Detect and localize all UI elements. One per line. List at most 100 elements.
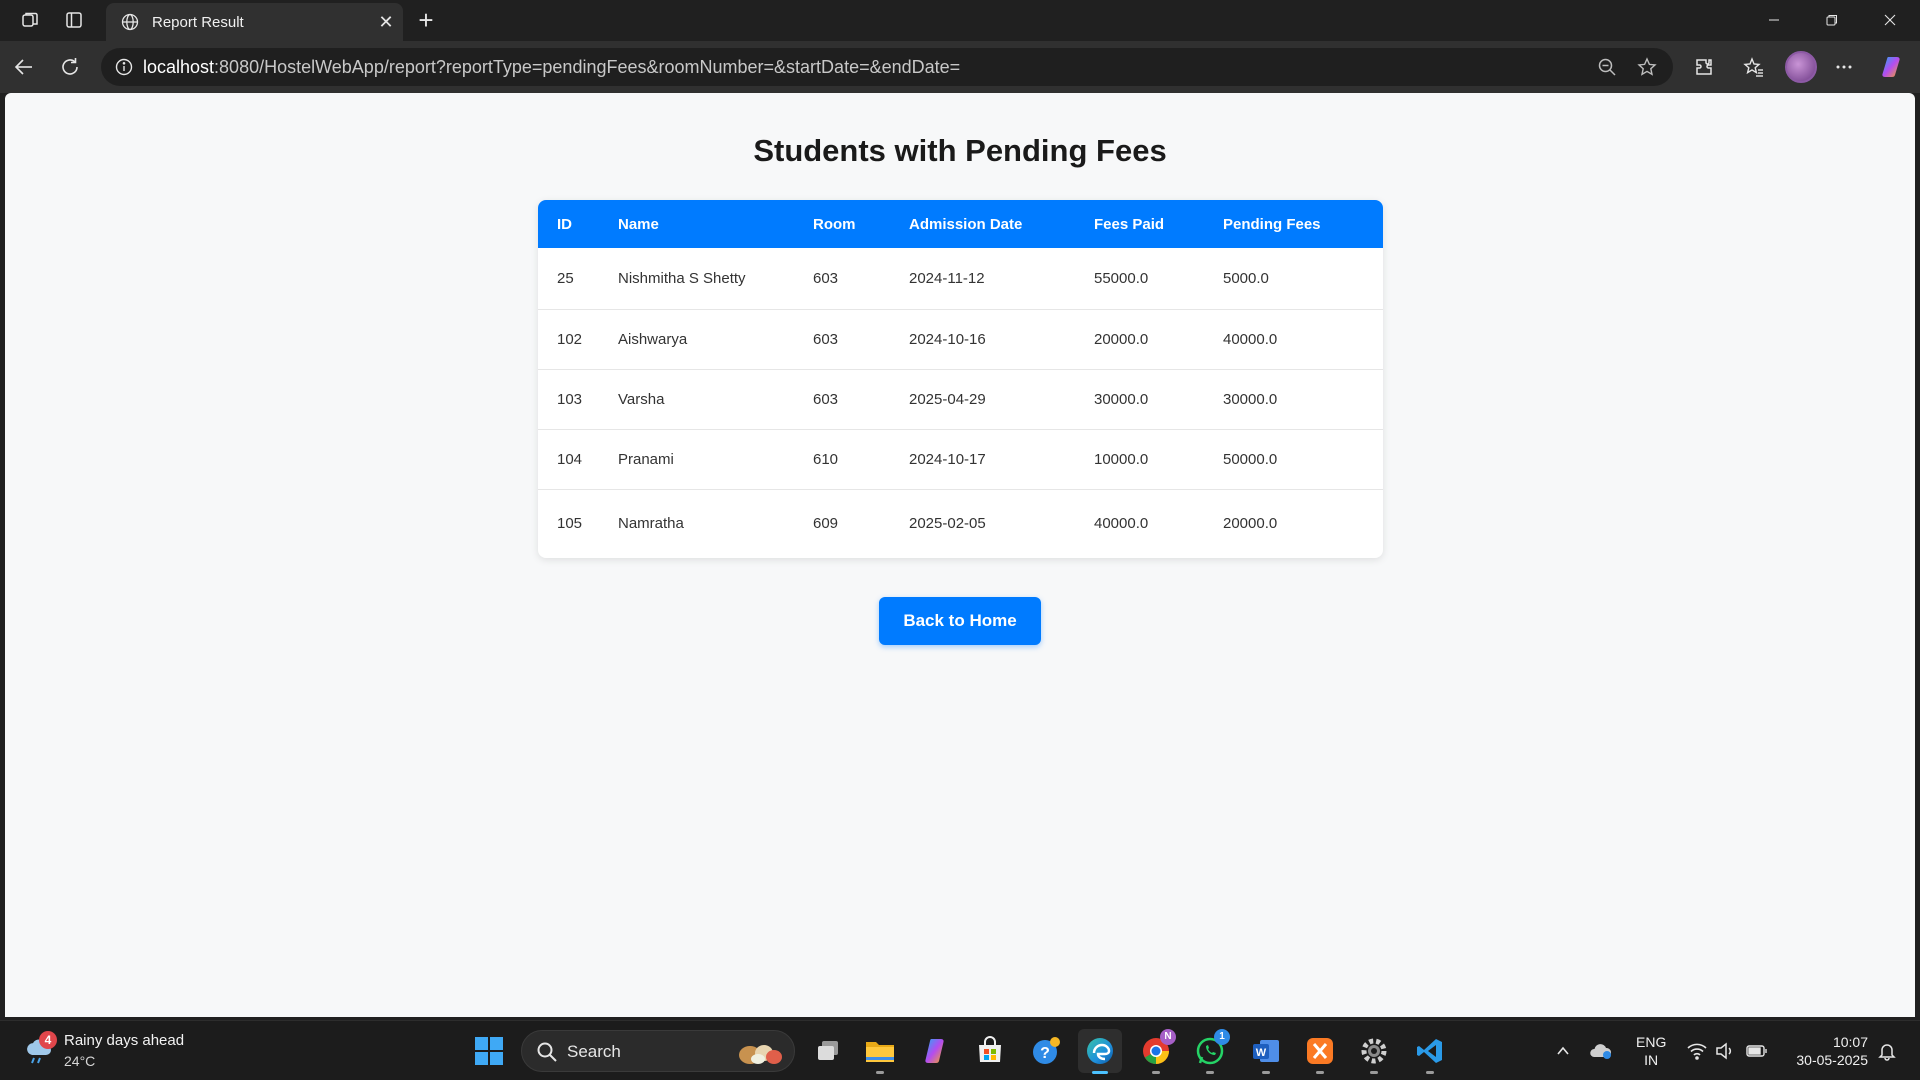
- address-bar[interactable]: localhost:8080/HostelWebApp/report?repor…: [101, 48, 1673, 86]
- cell-room: 603: [813, 390, 839, 408]
- svg-text:?: ?: [1040, 1045, 1050, 1062]
- restore-icon[interactable]: [1804, 0, 1860, 40]
- xampp-icon[interactable]: [1298, 1029, 1342, 1074]
- search-highlight-icon: [732, 1037, 788, 1072]
- cell-room: 603: [813, 330, 839, 348]
- url-path: :8080/HostelWebApp/report?reportType=pen…: [214, 56, 961, 77]
- cell-fees-paid: 10000.0: [1094, 450, 1149, 468]
- more-icon[interactable]: [1826, 49, 1862, 85]
- cell-name: Aishwarya: [618, 330, 688, 348]
- cell-name: Nishmitha S Shetty: [618, 269, 746, 287]
- whatsapp-badge: 1: [1214, 1029, 1230, 1045]
- file-explorer-icon[interactable]: [858, 1029, 902, 1074]
- extensions-icon[interactable]: [1686, 49, 1722, 85]
- table-row: 105 Namratha 609 2025-02-05 40000.0 2000…: [538, 489, 1383, 558]
- cell-pending-fees: 5000.0: [1223, 269, 1269, 287]
- cell-id: 103: [557, 390, 583, 408]
- cell-pending-fees: 50000.0: [1223, 450, 1278, 468]
- close-tab-icon[interactable]: ✕: [369, 7, 403, 37]
- col-header-id: ID: [557, 215, 572, 233]
- copilot-app-icon[interactable]: [914, 1029, 958, 1073]
- cell-id: 102: [557, 330, 583, 348]
- taskbar: 4 Rainy days ahead 24°C Search ? N 1 W E…: [0, 1020, 1920, 1080]
- vscode-icon[interactable]: [1408, 1029, 1452, 1074]
- col-header-name: Name: [618, 215, 659, 233]
- search-icon: [536, 1041, 558, 1068]
- table-row: 25 Nishmitha S Shetty 603 2024-11-12 550…: [538, 248, 1383, 309]
- windows-logo-icon: [475, 1037, 503, 1065]
- language-indicator[interactable]: ENG IN: [1636, 1033, 1666, 1069]
- plus-icon[interactable]: +: [410, 5, 442, 35]
- cell-room: 610: [813, 450, 839, 468]
- cell-name: Namratha: [618, 515, 684, 533]
- refresh-icon[interactable]: [52, 49, 88, 85]
- svg-text:W: W: [1256, 1047, 1267, 1059]
- clock-date: 30-05-2025: [1796, 1052, 1868, 1068]
- tab-actions-icon[interactable]: [58, 6, 90, 34]
- page-viewport: Students with Pending Fees ID Name Room …: [5, 93, 1915, 1017]
- cell-fees-paid: 20000.0: [1094, 330, 1149, 348]
- tab-title: Report Result: [152, 13, 244, 31]
- url-text[interactable]: localhost:8080/HostelWebApp/report?repor…: [143, 57, 960, 78]
- back-to-home-button[interactable]: Back to Home: [879, 597, 1041, 645]
- volume-icon[interactable]: [1712, 1037, 1738, 1065]
- weather-temp: 24°C: [64, 1053, 96, 1069]
- task-view-icon[interactable]: [806, 1029, 850, 1073]
- cell-id: 105: [557, 515, 583, 533]
- pending-fees-table: ID Name Room Admission Date Fees Paid Pe…: [538, 200, 1383, 558]
- onedrive-icon[interactable]: [1588, 1037, 1614, 1065]
- report-table-card: ID Name Room Admission Date Fees Paid Pe…: [538, 200, 1383, 558]
- search-label: Search: [567, 1042, 621, 1061]
- chevron-up-icon[interactable]: [1550, 1037, 1576, 1065]
- notifications-icon[interactable]: [1874, 1037, 1900, 1065]
- cell-name: Varsha: [618, 390, 665, 408]
- globe-icon: [116, 13, 144, 31]
- cell-admission-date: 2024-10-17: [909, 450, 986, 468]
- cell-admission-date: 2024-11-12: [909, 269, 985, 287]
- settings-gear-icon[interactable]: [1352, 1029, 1396, 1074]
- favorites-icon[interactable]: [1736, 49, 1772, 85]
- table-row: 104 Pranami 610 2024-10-17 10000.0 50000…: [538, 429, 1383, 489]
- cell-admission-date: 2025-04-29: [909, 390, 986, 408]
- clock-time: 10:07: [1832, 1034, 1868, 1050]
- cell-id: 104: [557, 450, 583, 468]
- close-window-icon[interactable]: [1862, 0, 1918, 40]
- wifi-icon[interactable]: [1684, 1037, 1710, 1065]
- active-tab[interactable]: Report Result ✕: [106, 3, 403, 41]
- info-icon[interactable]: [105, 48, 143, 86]
- col-header-fees-paid: Fees Paid: [1094, 215, 1165, 233]
- browser-tab-bar: Report Result ✕ +: [0, 0, 1920, 41]
- whatsapp-icon[interactable]: 1: [1188, 1029, 1232, 1074]
- back-icon[interactable]: [6, 49, 42, 85]
- battery-icon[interactable]: [1744, 1037, 1770, 1065]
- microsoft-store-icon[interactable]: [968, 1029, 1012, 1073]
- browser-nav-bar: localhost:8080/HostelWebApp/report?repor…: [0, 41, 1920, 93]
- col-header-admission-date: Admission Date: [909, 215, 1023, 233]
- weather-widget[interactable]: 4 Rainy days ahead 24°C: [22, 1029, 222, 1073]
- cell-admission-date: 2025-02-05: [909, 515, 986, 533]
- profile-avatar[interactable]: [1785, 51, 1817, 83]
- favorite-star-icon[interactable]: [1629, 49, 1665, 85]
- start-button[interactable]: [467, 1029, 511, 1073]
- word-icon[interactable]: W: [1244, 1029, 1288, 1074]
- url-host: localhost: [143, 56, 215, 77]
- cell-fees-paid: 30000.0: [1094, 390, 1149, 408]
- cell-name: Pranami: [618, 450, 674, 468]
- table-row: 102 Aishwarya 603 2024-10-16 20000.0 400…: [538, 309, 1383, 369]
- minimize-icon[interactable]: [1746, 0, 1802, 40]
- workspaces-icon[interactable]: [14, 6, 46, 34]
- page-title: Students with Pending Fees: [753, 133, 1167, 168]
- cell-pending-fees: 40000.0: [1223, 330, 1278, 348]
- get-help-icon[interactable]: ?: [1024, 1029, 1068, 1073]
- taskbar-search[interactable]: Search: [521, 1030, 795, 1072]
- weather-text: Rainy days ahead: [64, 1032, 185, 1049]
- cell-pending-fees: 30000.0: [1223, 390, 1278, 408]
- chrome-icon[interactable]: N: [1134, 1029, 1178, 1074]
- system-clock[interactable]: 10:07 30-05-2025: [1796, 1033, 1868, 1069]
- cell-room: 603: [813, 269, 839, 287]
- edge-browser-icon[interactable]: [1078, 1029, 1122, 1074]
- cell-room: 609: [813, 515, 839, 533]
- cell-fees-paid: 40000.0: [1094, 515, 1149, 533]
- copilot-icon[interactable]: [1874, 49, 1910, 85]
- zoom-icon[interactable]: [1589, 49, 1625, 85]
